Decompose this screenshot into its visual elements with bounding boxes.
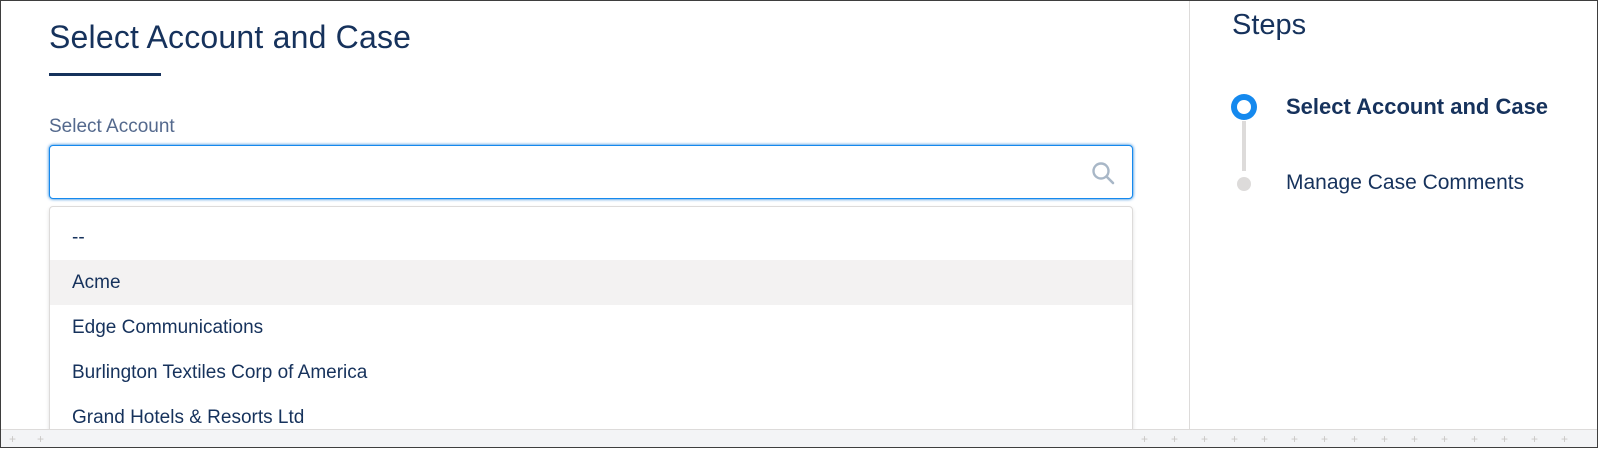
bottom-background-strip: + + + + + + + + + + + + + + + + + [1, 429, 1597, 447]
current-step-indicator-icon [1231, 94, 1257, 120]
decorative-plus-icon: + [1561, 432, 1569, 446]
decorative-plus-icon: + [1171, 432, 1179, 446]
decorative-plus-icon: + [1261, 432, 1269, 446]
dropdown-option-none[interactable]: -- [50, 215, 1132, 260]
decorative-plus-icon: + [1381, 432, 1389, 446]
dropdown-option-burlington-textiles[interactable]: Burlington Textiles Corp of America [50, 350, 1132, 395]
decorative-plus-icon: + [1351, 432, 1359, 446]
decorative-plus-icon: + [1411, 432, 1419, 446]
step-connector [1242, 121, 1246, 171]
pending-step-indicator-icon [1237, 177, 1251, 191]
steps-panel: Steps Select Account and Case Manage Cas… [1190, 1, 1597, 429]
dropdown-option-acme[interactable]: Acme [50, 260, 1132, 305]
decorative-plus-icon: + [37, 432, 45, 446]
dropdown-option-edge-communications[interactable]: Edge Communications [50, 305, 1132, 350]
decorative-plus-icon: + [1531, 432, 1539, 446]
decorative-plus-icon: + [1231, 432, 1239, 446]
page-title: Select Account and Case [49, 19, 412, 55]
decorative-plus-icon: + [1441, 432, 1449, 446]
main-panel: Select Account and Case Select Account -… [1, 1, 1189, 436]
decorative-plus-icon: + [1471, 432, 1479, 446]
decorative-plus-icon: + [1501, 432, 1509, 446]
decorative-plus-icon: + [1291, 432, 1299, 446]
step-manage-case-comments: Manage Case Comments [1286, 171, 1525, 194]
step-select-account-and-case: Select Account and Case [1286, 94, 1549, 119]
select-account-label: Select Account [49, 116, 175, 137]
search-icon[interactable] [1090, 160, 1116, 186]
app-window: Select Account and Case Select Account -… [0, 0, 1598, 448]
account-combobox[interactable] [49, 145, 1133, 199]
decorative-plus-icon: + [9, 432, 17, 446]
steps-title: Steps [1232, 9, 1307, 41]
account-dropdown-list: -- Acme Edge Communications Burlington T… [49, 206, 1133, 436]
account-search-input[interactable] [60, 154, 1064, 192]
decorative-plus-icon: + [1321, 432, 1329, 446]
decorative-plus-icon: + [1201, 432, 1209, 446]
decorative-plus-icon: + [1141, 432, 1149, 446]
title-underline [49, 73, 161, 76]
